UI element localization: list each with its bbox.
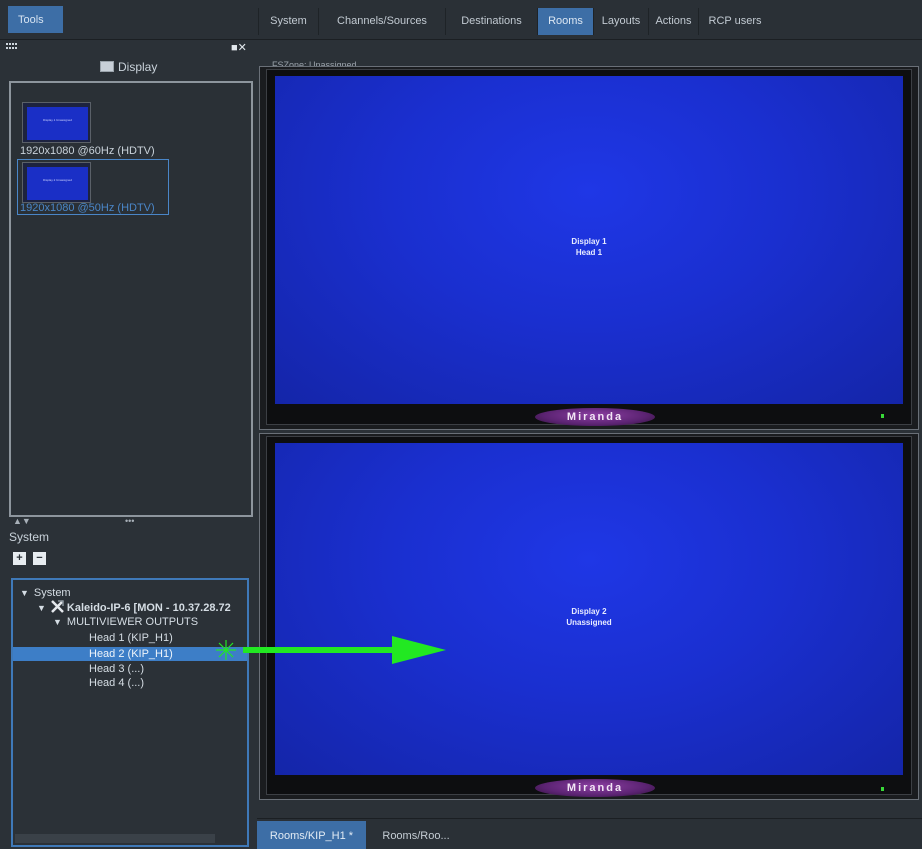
expand-triangle-icon[interactable]: ▼ (53, 617, 62, 627)
tree-node-multiviewer-outputs[interactable]: ▼ MULTIVIEWER OUTPUTS (13, 615, 247, 629)
miranda-logo: Miranda (535, 779, 655, 797)
tab-rooms[interactable]: Rooms (537, 8, 593, 35)
display-panel-title: Display (100, 60, 157, 74)
display-thumbnail-2[interactable]: Display 2 Unassigned (22, 162, 91, 203)
expand-triangle-icon[interactable]: ▼ (20, 588, 29, 598)
tools-tab[interactable]: Tools (8, 6, 63, 33)
drag-arrow-icon (216, 636, 446, 664)
miranda-logo: Miranda (535, 408, 655, 426)
thumbnail-text: Display 1 Unassigned (42, 118, 72, 122)
tab-layouts[interactable]: Layouts (593, 8, 648, 35)
thumbnail-text: Display 2 Unassigned (42, 178, 72, 182)
monitor-icon (100, 61, 114, 72)
power-led (881, 414, 884, 418)
horizontal-scrollbar[interactable] (15, 834, 215, 843)
monitor-screen[interactable]: Display 2 Unassigned (275, 443, 903, 775)
monitor-display-1[interactable]: Display 1 Head 1 Miranda (259, 66, 919, 430)
display-resolution-1: 1920x1080 @60Hz (HDTV) (20, 145, 155, 157)
splitter-grip-icon[interactable]: ••• (125, 516, 134, 526)
system-tree: ▼ System ▼ Kaleido-IP-6 [MON - 10.37.28.72… (11, 578, 249, 847)
tree-node-label: Kaleido-IP-6 [MON - 10.37.28.72 (66, 602, 231, 614)
document-tab-bar: Rooms/KIP_H1 * Rooms/Roo... (257, 818, 922, 849)
monitor-screen[interactable]: Display 1 Head 1 (275, 76, 903, 404)
monitor-bezel: Display 2 Unassigned Miranda (266, 436, 912, 797)
top-menu-bar: Tools System Channels/Sources Destinatio… (0, 0, 922, 40)
screen-head-assignment: Head 1 (575, 248, 603, 257)
expand-all-button[interactable]: + (13, 552, 26, 565)
display-title-label: Display (118, 60, 158, 74)
monitor-display-2[interactable]: Display 2 Unassigned Miranda (259, 433, 919, 800)
tab-rooms-kip-h1[interactable]: Rooms/KIP_H1 * (257, 821, 366, 849)
tab-rcp-users[interactable]: RCP users (698, 8, 771, 35)
display-thumbnail-1[interactable]: Display 1 Unassigned (22, 102, 91, 143)
tree-node-head-4[interactable]: Head 4 (...) (13, 676, 247, 690)
tree-node-system[interactable]: ▼ System (13, 586, 247, 600)
screen-head-assignment: Unassigned (566, 618, 612, 627)
thumbnail-screen: Display 1 Unassigned (27, 107, 88, 140)
grip-dots-icon (6, 43, 17, 49)
tab-actions[interactable]: Actions (648, 8, 698, 35)
display-resolution-2: 1920x1080 @50Hz (HDTV) (20, 202, 155, 214)
thumbnail-screen: Display 2 Unassigned (27, 167, 88, 200)
collapse-all-button[interactable]: − (33, 552, 46, 565)
tab-rooms-other[interactable]: Rooms/Roo... (368, 821, 464, 849)
power-led (881, 787, 884, 791)
application-window: Tools System Channels/Sources Destinatio… (0, 0, 922, 849)
system-panel-title: System (9, 530, 50, 544)
expand-triangle-icon[interactable]: ▼ (37, 603, 46, 613)
kaleido-device-icon (51, 600, 64, 613)
screen-display-name: Display 1 (571, 237, 607, 246)
tab-destinations[interactable]: Destinations (445, 8, 537, 35)
panel-close-button[interactable]: ■✕ (231, 41, 247, 54)
tab-system[interactable]: System (258, 8, 318, 35)
tree-node-label: MULTIVIEWER OUTPUTS (66, 616, 199, 628)
tab-channels-sources[interactable]: Channels/Sources (318, 8, 445, 35)
tree-node-device[interactable]: ▼ Kaleido-IP-6 [MON - 10.37.28.72 (13, 600, 247, 614)
monitor-bezel: Display 1 Head 1 Miranda (266, 69, 912, 426)
drag-handle-icon[interactable] (6, 43, 18, 51)
splitter-arrows-icon[interactable]: ▲▼ (13, 516, 31, 526)
screen-display-name: Display 2 (571, 607, 607, 616)
tree-node-label: System (33, 587, 71, 599)
